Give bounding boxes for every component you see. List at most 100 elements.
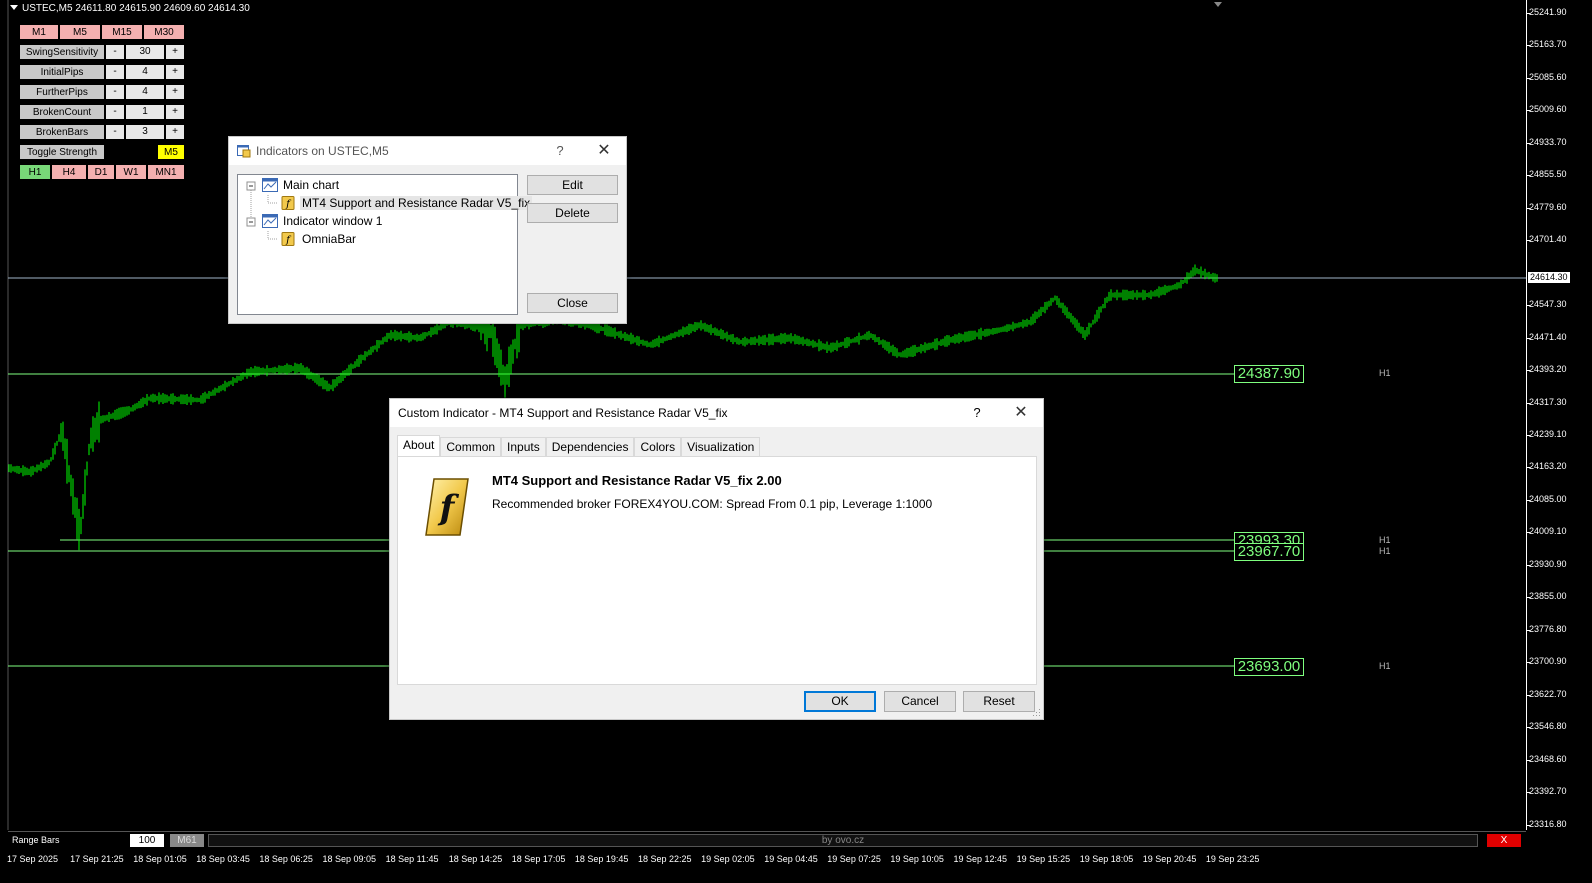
price-tick-mark [1526, 175, 1530, 176]
edit-button[interactable]: Edit [527, 175, 618, 195]
toggle-strength-button[interactable]: Toggle Strength [19, 144, 105, 160]
price-axis[interactable] [1526, 0, 1592, 830]
level-tf-tag: H1 [1379, 368, 1391, 378]
tab-common[interactable]: Common [440, 437, 502, 457]
price-tick-mark [1526, 792, 1530, 793]
tab-dependencies[interactable]: Dependencies [545, 437, 635, 457]
tree-item-label: Main chart [283, 178, 340, 192]
custom-indicator-icon: f [281, 196, 295, 210]
price-tick-mark [1526, 662, 1530, 663]
decrement-button[interactable]: - [105, 64, 125, 80]
tab-inputs[interactable]: Inputs [501, 437, 546, 457]
collapse-minus-icon [246, 181, 256, 191]
increment-button[interactable]: + [165, 124, 185, 140]
param-label: BrokenCount [19, 104, 105, 120]
range-bars-tf-button[interactable]: M61 [170, 834, 204, 847]
help-icon[interactable]: ? [962, 399, 992, 427]
tab-visualization[interactable]: Visualization [681, 437, 761, 457]
param-value: 4 [125, 84, 165, 100]
tf-button-m30[interactable]: M30 [143, 24, 185, 40]
dialog-title: Indicators on USTEC,M5 [256, 144, 389, 158]
price-tick-mark [1526, 760, 1530, 761]
toggle-tf-m5-button[interactable]: M5 [157, 144, 185, 160]
time-tick-label: 18 Sep 01:05 [133, 854, 187, 864]
indicator-description: Recommended broker FOREX4YOU.COM: Spread… [492, 497, 933, 511]
dialog-title-bar[interactable]: Custom Indicator - MT4 Support and Resis… [390, 399, 1043, 427]
increment-button[interactable]: + [165, 104, 185, 120]
time-tick-label: 17 Sep 2025 [7, 854, 59, 864]
price-tick-label: 24701.40 [1529, 234, 1567, 244]
price-tick-label: 24317.30 [1529, 397, 1567, 407]
tf-button-d1[interactable]: D1 [87, 164, 115, 180]
indicator-name: MT4 Support and Resistance Radar V5_fix … [492, 473, 782, 488]
increment-button[interactable]: + [165, 64, 185, 80]
tab-about[interactable]: About [397, 435, 441, 457]
tf-button-m1[interactable]: M1 [19, 24, 59, 40]
time-tick-label: 19 Sep 12:45 [953, 854, 1008, 864]
time-tick-label: 18 Sep 14:25 [448, 854, 503, 864]
delete-button[interactable]: Delete [527, 203, 618, 223]
increment-button[interactable]: + [165, 84, 185, 100]
param-row-further-pips: FurtherPips - 4 + [19, 84, 185, 100]
time-tick-label: 19 Sep 20:45 [1142, 854, 1197, 864]
tf-button-w1[interactable]: W1 [115, 164, 147, 180]
tree-item-main-chart[interactable]: Main chart [262, 177, 341, 193]
toggle-row: Toggle Strength M5 [19, 144, 185, 160]
tf-button-h1[interactable]: H1 [19, 164, 51, 180]
time-tick-label: 18 Sep 11:45 [385, 854, 439, 864]
ok-button[interactable]: OK [804, 691, 876, 712]
tf-row-top: M1 M5 M15 M30 [19, 24, 185, 40]
tree-item-indicator-window[interactable]: Indicator window 1 [262, 213, 384, 229]
level-tf-tag: H1 [1379, 535, 1391, 545]
range-bars-close-button[interactable]: X [1487, 834, 1521, 847]
tf-row-bottom: H1 H4 D1 W1 MN1 [19, 164, 185, 180]
decrement-button[interactable]: - [105, 104, 125, 120]
price-tick-mark [1526, 240, 1530, 241]
tf-button-m15[interactable]: M15 [101, 24, 143, 40]
range-bars-label: Range Bars [12, 835, 60, 845]
indicators-window-icon [237, 145, 251, 158]
tab-colors[interactable]: Colors [634, 437, 682, 457]
indicators-dialog: Indicators on USTEC,M5 ? ✕ Main chart f … [228, 136, 627, 324]
close-icon[interactable]: ✕ [589, 137, 619, 165]
price-tick-label: 23776.80 [1529, 624, 1567, 634]
time-tick-label: 19 Sep 04:45 [764, 854, 818, 864]
time-tick-label: 19 Sep 18:05 [1079, 854, 1134, 864]
help-icon[interactable]: ? [545, 137, 575, 165]
resize-grip-icon[interactable] [1033, 709, 1041, 717]
dialog-title: Custom Indicator - MT4 Support and Resis… [398, 406, 728, 420]
price-tick-mark [1526, 403, 1530, 404]
close-icon[interactable]: ✕ [1006, 399, 1036, 427]
indicator-file-icon: f [425, 478, 469, 536]
price-tick-mark [1526, 532, 1530, 533]
price-tick-label: 24239.10 [1529, 429, 1567, 439]
increment-button[interactable]: + [165, 44, 185, 60]
time-tick-label: 18 Sep 06:25 [259, 854, 313, 864]
tf-button-h4[interactable]: H4 [51, 164, 87, 180]
range-bars-scroll-track[interactable]: by ovo.cz [208, 834, 1478, 847]
range-bars-input[interactable]: 100 [130, 834, 164, 847]
price-tick-label: 23546.80 [1529, 721, 1567, 731]
reset-button[interactable]: Reset [963, 691, 1035, 712]
decrement-button[interactable]: - [105, 84, 125, 100]
price-tick-mark [1526, 630, 1530, 631]
price-tick-label: 24779.60 [1529, 202, 1567, 212]
time-tick-label: 19 Sep 15:25 [1016, 854, 1071, 864]
price-tick-label: 25163.70 [1529, 39, 1567, 49]
param-label: FurtherPips [19, 84, 105, 100]
symbol-header-text: USTEC,M5 24611.80 24615.90 24609.60 2461… [22, 3, 250, 14]
chart-window-icon [262, 214, 278, 228]
decrement-button[interactable]: - [105, 124, 125, 140]
close-button[interactable]: Close [527, 293, 618, 313]
tree-item-omniabar[interactable]: f OmniaBar [281, 231, 358, 247]
tf-button-m5[interactable]: M5 [59, 24, 101, 40]
tree-item-sr-radar[interactable]: f MT4 Support and Resistance Radar V5_fix [281, 195, 533, 211]
param-row-broken-count: BrokenCount - 1 + [19, 104, 185, 120]
collapse-triangle-icon[interactable] [10, 5, 18, 10]
tf-button-mn1[interactable]: MN1 [147, 164, 185, 180]
indicator-tree[interactable]: Main chart f MT4 Support and Resistance R… [237, 174, 533, 315]
price-tick-label: 23316.80 [1529, 819, 1567, 829]
cancel-button[interactable]: Cancel [884, 691, 956, 712]
decrement-button[interactable]: - [105, 44, 125, 60]
